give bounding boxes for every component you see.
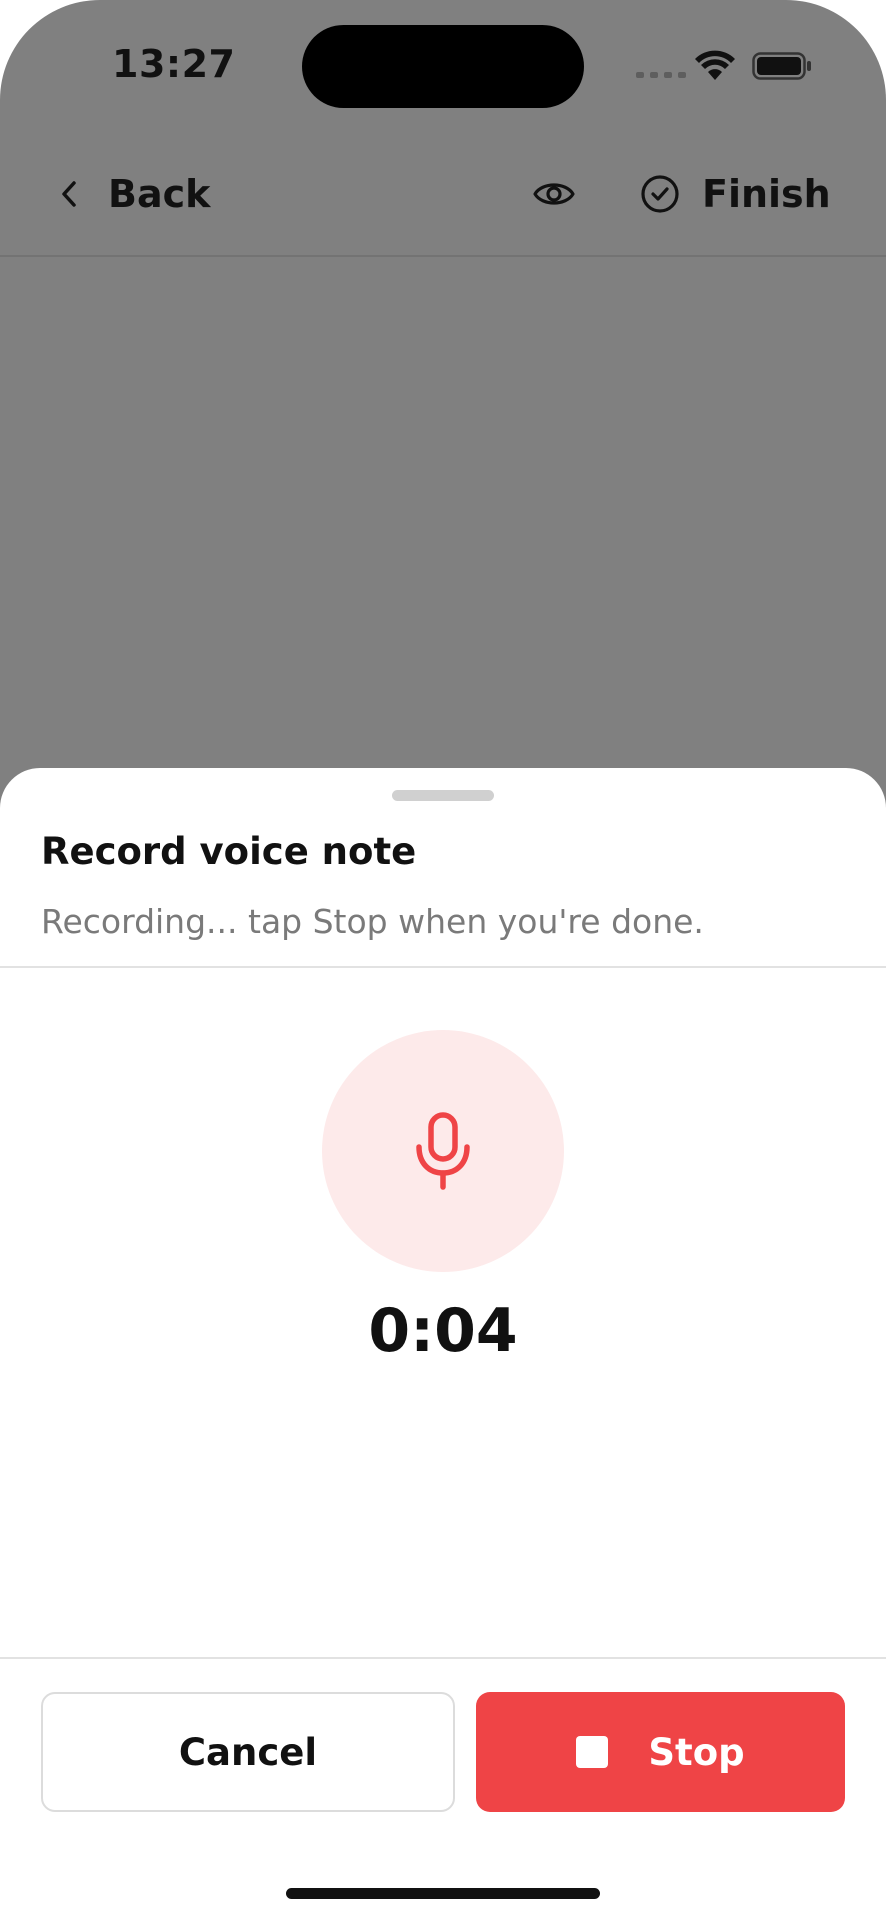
record-voice-note-sheet: Record voice note Recording... tap Stop … — [0, 768, 886, 1920]
sheet-divider — [0, 966, 886, 968]
stop-label: Stop — [648, 1730, 745, 1774]
eye-icon[interactable] — [532, 174, 576, 214]
back-label: Back — [108, 172, 211, 216]
sheet-title: Record voice note — [41, 830, 417, 873]
dynamic-island — [302, 25, 584, 108]
cancel-label: Cancel — [178, 1730, 318, 1774]
recording-timer: 0:04 — [368, 1296, 518, 1366]
status-time: 13:27 — [112, 42, 236, 86]
sheet-subtitle: Recording... tap Stop when you're done. — [41, 902, 704, 941]
nav-divider — [0, 255, 886, 257]
check-circle-icon — [641, 175, 679, 213]
sheet-grabber[interactable] — [392, 790, 494, 801]
recording-indicator — [322, 1030, 564, 1272]
back-button[interactable]: Back — [56, 168, 210, 220]
finish-label: Finish — [702, 172, 831, 216]
finish-button[interactable]: Finish — [640, 168, 831, 220]
chevron-left-icon — [62, 181, 76, 207]
cellular-signal-icon — [636, 72, 686, 78]
stop-button[interactable]: Stop — [476, 1692, 845, 1812]
stop-square-icon — [576, 1736, 609, 1768]
wifi-icon — [695, 50, 735, 80]
battery-icon — [752, 52, 811, 80]
home-indicator — [286, 1888, 600, 1899]
microphone-icon — [416, 1112, 470, 1190]
screen: 13:27 Back Finish Record voice note Reco… — [0, 0, 886, 1920]
cancel-button[interactable]: Cancel — [41, 1692, 455, 1812]
footer-divider — [0, 1657, 886, 1659]
